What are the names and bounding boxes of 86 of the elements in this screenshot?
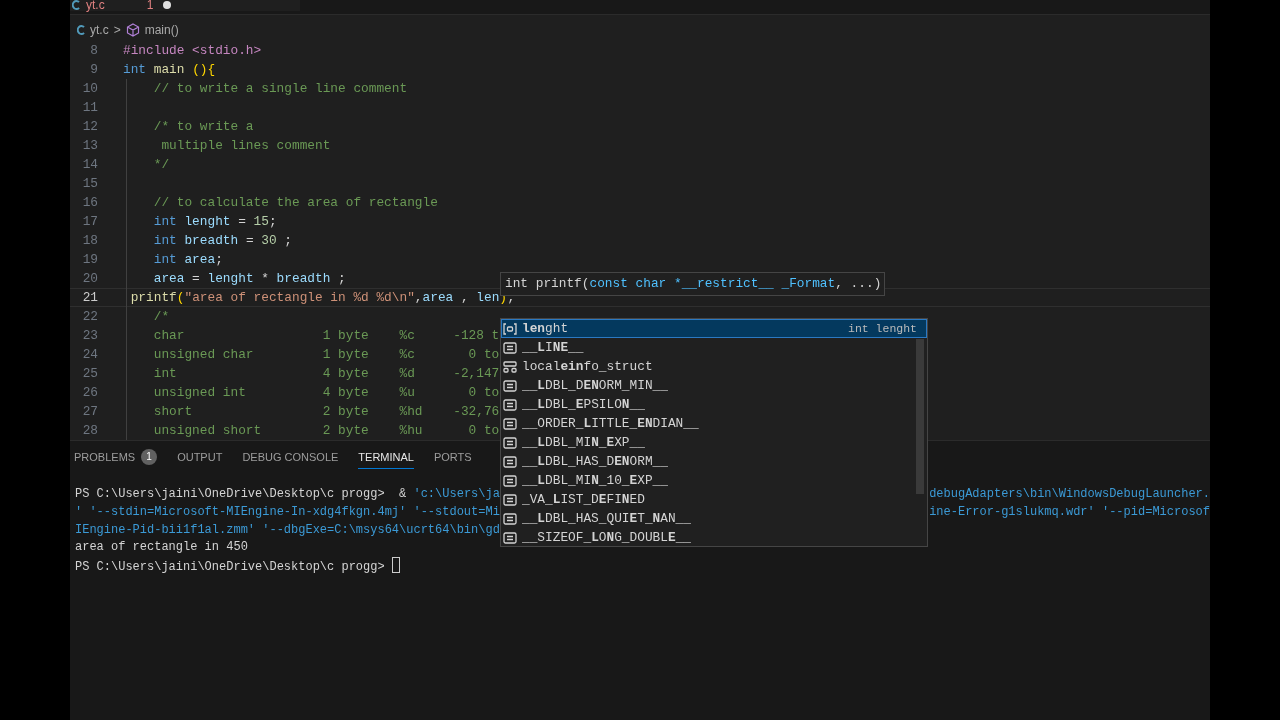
line-number: 21 (81, 290, 98, 305)
terminal-line: IEngine-Pid-bii1f1al.zmm' '--dbgExe=C:\msys64\ucrt64\bin\gd (75, 521, 500, 539)
code-line: short 2 byte %hd -32,76 (152, 404, 500, 419)
code-line: area = lenght * breadth ; (152, 271, 346, 286)
line-number: 28 (81, 423, 98, 438)
c-file-icon (77, 25, 85, 35)
line-number: 19 (81, 252, 98, 267)
constant-icon (503, 531, 517, 544)
editor-tab[interactable]: yt.c 1 (70, 0, 300, 11)
constant-icon (503, 436, 517, 449)
line-number: 25 (81, 366, 98, 381)
code-line: // to calculate the area of rectangle (152, 195, 438, 210)
code-line: #include <stdio.h> (123, 43, 262, 58)
panel-tab[interactable]: PROBLEMS 1 (74, 449, 158, 469)
constant-icon (503, 455, 517, 468)
constant-icon (503, 474, 517, 487)
line-number: 22 (81, 309, 98, 324)
line-number: 13 (81, 138, 98, 153)
constant-icon (503, 493, 517, 506)
terminal-line: PS C:\Users\jaini\OneDrive\Desktop\c progg> & 'c:\Users\ja (75, 486, 500, 503)
line-number: 26 (81, 385, 98, 400)
line-number: 18 (81, 233, 98, 248)
line-number: 14 (81, 157, 98, 172)
suggestion-item[interactable]: __LDBL_HAS_DENORM__ (501, 452, 927, 471)
line-number: 15 (81, 176, 98, 191)
line-number: 17 (81, 214, 98, 229)
signature-hint: int printf(const char *__restrict__ _Format, ...) (500, 272, 885, 296)
suggestion-item[interactable]: __LDBL_MIN_EXP__ (501, 433, 927, 452)
panel-tab[interactable]: TERMINAL (358, 449, 414, 469)
suggestion-item[interactable]: _VA_LIST_DEFINED (501, 490, 927, 509)
suggestion-item[interactable]: __LINE__ (501, 338, 927, 357)
suggestion-item[interactable]: __SIZEOF_LONG_DOUBLE__ (501, 528, 927, 547)
cube-icon (125, 23, 140, 37)
line-number: 10 (81, 81, 98, 96)
code-line: // to write a single line comment (152, 81, 408, 96)
panel-tab[interactable]: PORTS (433, 449, 472, 469)
breadcrumb-separator: > (113, 23, 121, 37)
line-number: 23 (81, 328, 98, 343)
suggestion-item[interactable]: localeinfo_struct (501, 357, 927, 376)
panel-tab[interactable]: OUTPUT (177, 449, 223, 469)
c-file-icon (72, 0, 80, 10)
constant-icon (503, 417, 517, 430)
line-number: 20 (81, 271, 98, 286)
struct-icon (503, 360, 517, 373)
breadcrumb-file[interactable]: yt.c (90, 23, 109, 37)
code-line: */ (152, 157, 170, 172)
code-line: unsigned short 2 byte %hu 0 to (152, 423, 500, 438)
code-line: unsigned int 4 byte %u 0 to (152, 385, 500, 400)
code-line: unsigned char 1 byte %c 0 to (152, 347, 500, 362)
line-number: 27 (81, 404, 98, 419)
code-line: /* to write a (152, 119, 254, 134)
code-line: int area; (152, 252, 223, 267)
suggestion-item[interactable]: lenght int lenght (501, 319, 927, 338)
terminal-line: PS C:\Users\jaini\OneDrive\Desktop\c progg> (75, 557, 400, 575)
code-line: multiple lines comment (160, 138, 331, 153)
constant-icon (503, 379, 517, 392)
code-line: int 4 byte %d -2,147 (152, 366, 500, 381)
constant-icon (503, 512, 517, 525)
line-number: 11 (81, 100, 98, 115)
code-line: int breadth = 30 ; (152, 233, 292, 248)
scrollbar[interactable] (916, 339, 924, 494)
variable-icon (503, 322, 517, 335)
problem-count: 1 (146, 0, 154, 12)
code-line: char 1 byte %c -128 t (152, 328, 500, 343)
breadcrumb-symbol[interactable]: main() (144, 23, 179, 37)
panel-tab[interactable]: DEBUG CONSOLE (242, 449, 339, 469)
line-number: 16 (81, 195, 98, 210)
code-line: int lenght = 15; (152, 214, 277, 229)
terminal-line: ine-Error-g1slukmq.wdr' '--pid=Microsof (929, 503, 1210, 521)
tab-label: yt.c (86, 0, 105, 12)
terminal-line: area of rectangle in 450 (75, 539, 248, 557)
line-number: 12 (81, 119, 98, 134)
suggestion-item[interactable]: __ORDER_LITTLE_ENDIAN__ (501, 414, 927, 433)
suggestion-item[interactable]: __LDBL_DENORM_MIN__ (501, 376, 927, 395)
constant-icon (503, 398, 517, 411)
suggestion-item[interactable]: __LDBL_MIN_10_EXP__ (501, 471, 927, 490)
line-number: 8 (89, 43, 98, 58)
constant-icon (503, 341, 517, 354)
suggestion-item[interactable]: __LDBL_HAS_QUIET_NAN__ (501, 509, 927, 528)
terminal-line: ' '--stdin=Microsoft-MIEngine-In-xdg4fkgn.4mj' '--stdout=Mi (75, 503, 500, 521)
suggestion-item[interactable]: __LDBL_EPSILON__ (501, 395, 927, 414)
line-number: 24 (81, 347, 98, 362)
code-line: int main (){ (123, 62, 216, 77)
line-number: 9 (89, 62, 98, 77)
terminal-line: debugAdapters\bin\WindowsDebugLauncher. (929, 486, 1210, 503)
code-line: /* (152, 309, 170, 324)
